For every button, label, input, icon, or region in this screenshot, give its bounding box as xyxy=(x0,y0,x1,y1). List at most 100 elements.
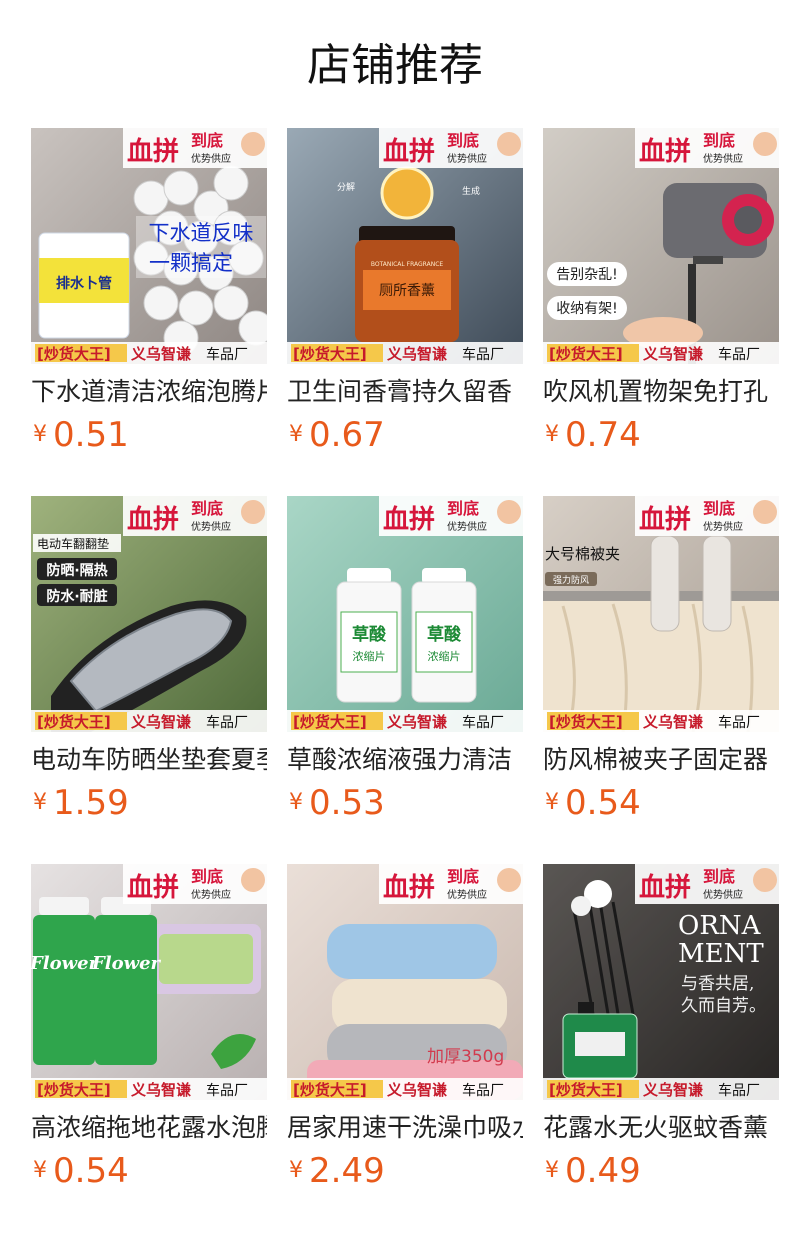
product-card[interactable]: 草酸 浓缩片 草酸 浓缩片 血拼 到底 优势供应 [炒货大王] 义乌智谦 车品厂 草酸浓缩液强力清洁… xyxy=(287,496,523,836)
product-name[interactable]: 花露水无火驱蚊香薰 xyxy=(543,1110,779,1146)
shop-banner: [炒货大王] 义乌智谦 车品厂 xyxy=(31,710,267,732)
product-name[interactable]: 高浓缩拖地花露水泡腾片 xyxy=(31,1110,267,1146)
promo-badge: 血拼 到底优势供应 xyxy=(635,128,779,168)
promo-badge-tag: 优势供应 xyxy=(191,152,231,165)
promo-badge-sub: 到底 xyxy=(703,867,735,886)
promo-badge-sub: 到底 xyxy=(703,131,735,150)
product-name[interactable]: 下水道清洁浓缩泡腾片 xyxy=(31,374,267,410)
product-label-text: BOTANICAL FRAGRANCE xyxy=(371,261,444,268)
fist-icon xyxy=(497,500,521,524)
shop-banner: [炒货大王] 义乌智谦 车品厂 xyxy=(31,1078,267,1100)
product-name[interactable]: 防风棉被夹子固定器 xyxy=(543,742,779,778)
promo-badge: 血拼 到底优势供应 xyxy=(635,864,779,904)
shop-banner-label: [炒货大王] xyxy=(37,345,111,363)
promo-badge: 血拼 到底优势供应 xyxy=(635,496,779,536)
promo-badge: 血拼 到底优势供应 xyxy=(379,496,523,536)
promo-badge-tag: 优势供应 xyxy=(703,152,743,165)
product-card[interactable]: 加厚350g 血拼 到底 优势供应 [炒货大王] 义乌智谦 车品厂 居家用速干洗澡巾吸水 ¥2.… xyxy=(287,864,523,1204)
price-row: ¥0.74 xyxy=(545,414,641,456)
shop-banner-label: [炒货大王] xyxy=(549,713,623,731)
product-image[interactable]: Flower Flower 血拼 到底 优势供应 [炒货大王] 义乌智谦 车品厂 xyxy=(31,864,267,1100)
product-card[interactable]: 分解 生成 BOTANICAL FRAGRANCE 厕所香薰 血拼 到底 优势供应 [炒货大王… xyxy=(287,128,523,468)
product-image[interactable]: ORNA MENT 与香共居, 久而自芳。 血拼 到底 优势供应 [炒货大王] 义乌智谦 车品厂 xyxy=(543,864,779,1100)
product-price: 2.49 xyxy=(309,1151,385,1191)
price-row: ¥0.51 xyxy=(33,414,129,456)
overlay-text: 下水道反味 xyxy=(149,221,254,245)
promo-badge-main: 血拼 xyxy=(639,873,691,903)
product-card[interactable]: 电动车翻翻垫 防晒·隔热 防水·耐脏 血拼 到底 优势供应 [炒货大王] 义乌智谦 车品厂 电动车… xyxy=(31,496,267,836)
overlay-text: 告别杂乱! xyxy=(556,267,618,283)
promo-badge-tag: 优势供应 xyxy=(191,888,231,901)
product-price: 0.67 xyxy=(309,415,385,455)
promo-badge: 血拼 到底优势供应 xyxy=(123,864,267,904)
overlay-text: 生成 xyxy=(462,185,480,197)
product-image[interactable]: 排水卜管 下水道反味 一颗搞定 血拼 到底 优势供应 [炒货大王] 义乌智谦 车品厂 xyxy=(31,128,267,364)
product-name[interactable]: 草酸浓缩液强力清洁 xyxy=(287,742,523,778)
price-row: ¥0.54 xyxy=(33,1150,129,1192)
product-label-text: 浓缩片 xyxy=(428,650,461,663)
shop-banner-label: [炒货大王] xyxy=(37,1081,111,1099)
product-label-text: Flower xyxy=(91,953,162,974)
product-image[interactable]: 告别杂乱! 收纳有架! 血拼 到底 优势供应 [炒货大王] 义乌智谦 车品厂 xyxy=(543,128,779,364)
product-card[interactable]: ORNA MENT 与香共居, 久而自芳。 血拼 到底 优势供应 [炒货大王] 义乌智谦 车品厂花… xyxy=(543,864,779,1204)
price-row: ¥0.49 xyxy=(545,1150,641,1192)
shop-banner: [炒货大王] 义乌智谦 车品厂 xyxy=(543,710,779,732)
product-price: 0.49 xyxy=(565,1151,641,1191)
product-card[interactable]: 告别杂乱! 收纳有架! 血拼 到底 优势供应 [炒货大王] 义乌智谦 车品厂 吹风机置物架免打孔… xyxy=(543,128,779,468)
currency-symbol: ¥ xyxy=(33,1158,47,1183)
shop-banner: [炒货大王] 义乌智谦 车品厂 xyxy=(287,710,523,732)
promo-badge-main: 血拼 xyxy=(639,137,691,167)
product-name[interactable]: 居家用速干洗澡巾吸水 xyxy=(287,1110,523,1146)
shop-banner-suffix: 车品厂 xyxy=(462,346,504,363)
overlay-text: 强力防风 xyxy=(553,574,589,586)
price-row: ¥1.59 xyxy=(33,782,129,824)
price-row: ¥0.67 xyxy=(289,414,385,456)
promo-badge-tag: 优势供应 xyxy=(447,888,487,901)
shop-banner: [炒货大王] 义乌智谦 车品厂 xyxy=(543,1078,779,1100)
overlay-text: MENT xyxy=(678,939,764,969)
product-label-text: Flower xyxy=(31,953,100,974)
currency-symbol: ¥ xyxy=(289,422,303,447)
shop-banner-city: 义乌智谦 xyxy=(643,345,703,363)
shop-banner-label: [炒货大王] xyxy=(293,713,367,731)
shop-banner-suffix: 车品厂 xyxy=(718,1082,760,1099)
product-image[interactable]: 电动车翻翻垫 防晒·隔热 防水·耐脏 血拼 到底 优势供应 [炒货大王] 义乌智谦 车品厂 xyxy=(31,496,267,732)
product-name[interactable]: 吹风机置物架免打孔 xyxy=(543,374,779,410)
product-image[interactable]: 大号棉被夹 强力防风 血拼 到底 优势供应 [炒货大王] 义乌智谦 车品厂 xyxy=(543,496,779,732)
product-price: 1.59 xyxy=(53,783,129,823)
shop-banner-suffix: 车品厂 xyxy=(462,714,504,731)
promo-badge-tag: 优势供应 xyxy=(191,520,231,533)
product-card[interactable]: Flower Flower 血拼 到底 优势供应 [炒货大王] 义乌智谦 车品厂高浓缩拖地花露… xyxy=(31,864,267,1204)
promo-badge-tag: 优势供应 xyxy=(447,520,487,533)
currency-symbol: ¥ xyxy=(33,422,47,447)
fist-icon xyxy=(497,132,521,156)
promo-badge-sub: 到底 xyxy=(191,131,223,150)
product-label-text: 排水卜管 xyxy=(56,275,112,292)
product-image[interactable]: 分解 生成 BOTANICAL FRAGRANCE 厕所香薰 血拼 到底 优势供应 [炒货大王… xyxy=(287,128,523,364)
product-card[interactable]: 排水卜管 下水道反味 一颗搞定 血拼 到底 优势供应 [炒货大王] 义乌智谦 车品厂 下水道清洁浓… xyxy=(31,128,267,468)
shop-banner-suffix: 车品厂 xyxy=(206,1082,248,1099)
product-image[interactable]: 加厚350g 血拼 到底 优势供应 [炒货大王] 义乌智谦 车品厂 xyxy=(287,864,523,1100)
shop-banner-label: [炒货大王] xyxy=(293,1081,367,1099)
promo-badge-main: 血拼 xyxy=(383,137,435,167)
product-name[interactable]: 卫生间香膏持久留香 xyxy=(287,374,523,410)
shop-banner: [炒货大王] 义乌智谦 车品厂 xyxy=(31,342,267,364)
product-card[interactable]: 大号棉被夹 强力防风 血拼 到底 优势供应 [炒货大王] 义乌智谦 车品厂 防风棉被夹子固定器 ¥… xyxy=(543,496,779,836)
currency-symbol: ¥ xyxy=(545,790,559,815)
promo-badge-main: 血拼 xyxy=(127,505,179,535)
promo-badge-tag: 优势供应 xyxy=(703,888,743,901)
product-price: 0.54 xyxy=(565,783,641,823)
promo-badge-main: 血拼 xyxy=(127,873,179,903)
promo-badge: 血拼 到底优势供应 xyxy=(379,864,523,904)
product-image[interactable]: 草酸 浓缩片 草酸 浓缩片 血拼 到底 优势供应 [炒货大王] 义乌智谦 车品厂 xyxy=(287,496,523,732)
shop-banner-city: 义乌智谦 xyxy=(131,1081,191,1099)
price-row: ¥2.49 xyxy=(289,1150,385,1192)
promo-badge: 血拼 到底优势供应 xyxy=(123,128,267,168)
currency-symbol: ¥ xyxy=(289,790,303,815)
shop-banner-city: 义乌智谦 xyxy=(643,1081,703,1099)
overlay-text: ORNA xyxy=(678,911,762,941)
product-name[interactable]: 电动车防晒坐垫套夏季 xyxy=(31,742,267,778)
currency-symbol: ¥ xyxy=(33,790,47,815)
promo-badge-sub: 到底 xyxy=(447,131,479,150)
shop-banner-city: 义乌智谦 xyxy=(131,345,191,363)
